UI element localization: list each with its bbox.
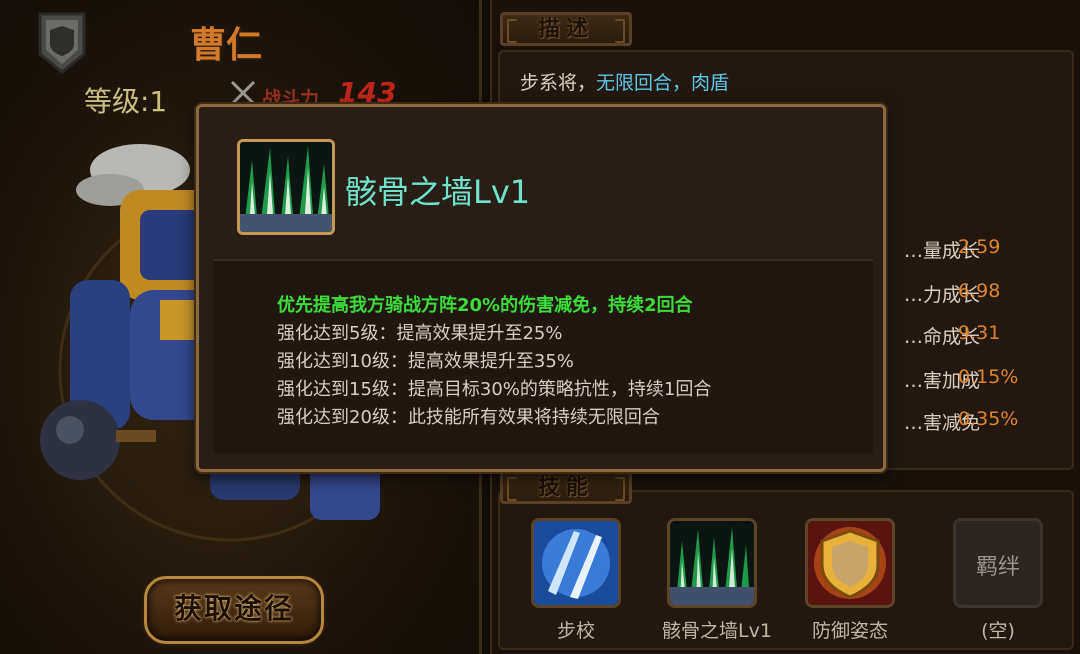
skill-icon-defense[interactable]: [805, 518, 895, 608]
blades-icon: [534, 521, 618, 605]
skill-empty-slot[interactable]: 羁绊: [953, 518, 1043, 608]
skill-slot[interactable]: 步校: [526, 518, 626, 643]
description-tab: 描述: [500, 12, 632, 46]
stat-value: 0.15%: [958, 366, 1019, 388]
stat-row: …命成长 9.31: [860, 322, 1060, 350]
skills-tab: 技能: [500, 470, 632, 504]
skill-name: 步校: [556, 620, 595, 642]
stat-value: 9.31: [958, 322, 1001, 344]
skill-name: 骸骨之墙Lv1: [662, 620, 772, 642]
popup-line: 优先提高我方骑战方阵20%的伤害减免，持续2回合: [277, 295, 693, 316]
stat-value: 6.98: [958, 280, 1001, 302]
skill-slot[interactable]: 防御姿态: [800, 518, 900, 643]
skill-icon-blades[interactable]: [531, 518, 621, 608]
skill-name: (空): [981, 620, 1015, 642]
stat-row: …量成长 2.59: [860, 236, 1060, 264]
bone-wall-icon: [670, 521, 754, 605]
bone-wall-icon: [240, 142, 332, 232]
popup-title: 骸骨之墙Lv1: [345, 173, 531, 211]
stat-row: …害减免 0.35%: [860, 408, 1060, 436]
shield-icon: [808, 521, 892, 605]
skill-icon-bone-wall[interactable]: [667, 518, 757, 608]
description-prefix: 步系将，: [520, 72, 597, 94]
description-line: 步系将，无限回合，肉盾: [520, 68, 729, 95]
stat-value: 0.35%: [958, 408, 1019, 430]
popup-line: 强化达到20级：此技能所有效果将持续无限回合: [277, 407, 660, 428]
acquire-path-button[interactable]: 获取途径: [144, 576, 324, 644]
skill-slot[interactable]: 羁绊 (空): [948, 518, 1048, 643]
skill-tooltip-popup: 骸骨之墙Lv1 优先提高我方骑战方阵20%的伤害减免，持续2回合 强化达到5级：…: [196, 104, 886, 472]
shield-badge-icon[interactable]: [36, 10, 88, 76]
skill-slot[interactable]: 骸骨之墙Lv1: [662, 518, 772, 643]
hero-level: 等级:1: [84, 85, 168, 118]
description-highlight: 无限回合，肉盾: [596, 72, 730, 94]
hero-name: 曹仁: [190, 24, 263, 66]
stat-row: …力成长 6.98: [860, 280, 1060, 308]
popup-line: 强化达到10级：提高效果提升至35%: [277, 351, 574, 372]
popup-skill-icon: [237, 139, 335, 235]
bond-label: 羁绊: [975, 555, 1020, 580]
popup-line: 强化达到5级：提高效果提升至25%: [277, 323, 563, 344]
stat-value: 2.59: [958, 236, 1001, 258]
popup-description: 优先提高我方骑战方阵20%的伤害减免，持续2回合 强化达到5级：提高效果提升至2…: [213, 259, 873, 453]
skill-name: 防御姿态: [811, 620, 888, 642]
stat-row: …害加成 0.15%: [860, 366, 1060, 394]
popup-line: 强化达到15级：提高目标30%的策略抗性，持续1回合: [277, 379, 712, 400]
